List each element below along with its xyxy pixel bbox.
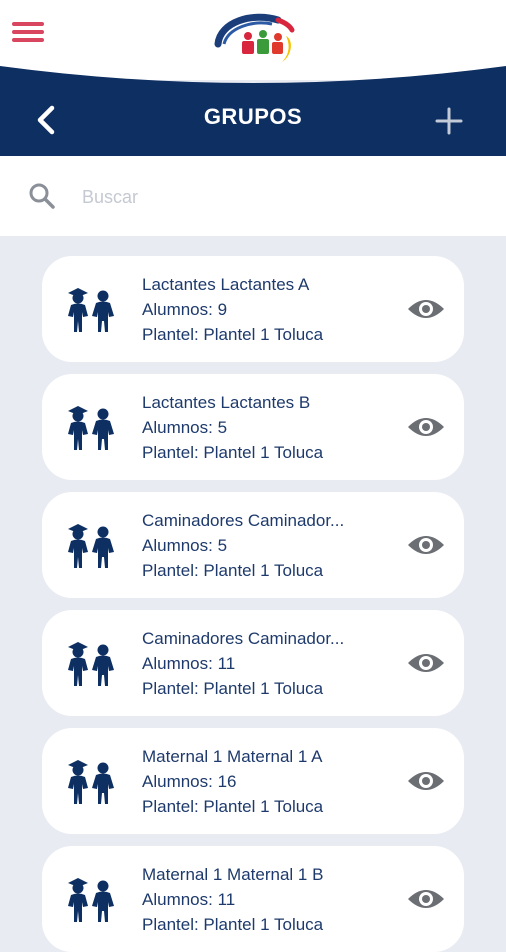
- page-title: GRUPOS: [203, 104, 303, 129]
- group-campus: Plantel: Plantel 1 Toluca: [142, 443, 324, 462]
- eye-icon[interactable]: [406, 292, 446, 326]
- group-card[interactable]: Caminadores Caminador... Alumnos: 11 Pla…: [42, 610, 464, 716]
- group-info: Maternal 1 Maternal 1 A Alumnos: 16 Plan…: [142, 744, 388, 819]
- children-icon: [68, 288, 114, 332]
- group-info: Caminadores Caminador... Alumnos: 11 Pla…: [142, 626, 388, 701]
- eye-icon[interactable]: [406, 410, 446, 444]
- group-info: Lactantes Lactantes A Alumnos: 9 Plantel…: [142, 272, 388, 347]
- hamburger-menu-icon[interactable]: [12, 18, 46, 46]
- group-student-count: Alumnos: 5: [142, 536, 228, 555]
- eye-icon[interactable]: [406, 882, 446, 916]
- group-campus: Plantel: Plantel 1 Toluca: [142, 325, 324, 344]
- group-name: Lactantes Lactantes B: [142, 393, 311, 412]
- children-icon: [68, 642, 114, 686]
- group-card[interactable]: Lactantes Lactantes B Alumnos: 5 Plantel…: [42, 374, 464, 480]
- group-campus: Plantel: Plantel 1 Toluca: [142, 561, 324, 580]
- search-icon: [29, 183, 55, 209]
- children-icon: [68, 524, 114, 568]
- eye-icon[interactable]: [406, 764, 446, 798]
- group-student-count: Alumnos: 11: [142, 654, 236, 673]
- group-campus: Plantel: Plantel 1 Toluca: [142, 797, 324, 816]
- group-info: Caminadores Caminador... Alumnos: 5 Plan…: [142, 508, 388, 583]
- group-card[interactable]: Maternal 1 Maternal 1 A Alumnos: 16 Plan…: [42, 728, 464, 834]
- group-campus: Plantel: Plantel 1 Toluca: [142, 679, 324, 698]
- search-bar: [0, 156, 506, 236]
- group-name: Lactantes Lactantes A: [142, 275, 310, 294]
- group-student-count: Alumnos: 9: [142, 300, 228, 319]
- group-name: Caminadores Caminador...: [142, 511, 345, 530]
- search-input[interactable]: [80, 178, 464, 216]
- group-card[interactable]: Caminadores Caminador... Alumnos: 5 Plan…: [42, 492, 464, 598]
- eye-icon[interactable]: [406, 528, 446, 562]
- group-name: Maternal 1 Maternal 1 B: [142, 865, 324, 884]
- group-card[interactable]: Maternal 1 Maternal 1 B Alumnos: 11 Plan…: [42, 846, 464, 952]
- group-campus: Plantel: Plantel 1 Toluca: [142, 915, 324, 934]
- children-icon: [68, 406, 114, 450]
- eye-icon[interactable]: [406, 646, 446, 680]
- children-icon: [68, 760, 114, 804]
- group-info: Lactantes Lactantes B Alumnos: 5 Plantel…: [142, 390, 388, 465]
- children-icon: [68, 878, 114, 922]
- group-name: Caminadores Caminador...: [142, 629, 345, 648]
- group-student-count: Alumnos: 16: [142, 772, 237, 791]
- group-name: Maternal 1 Maternal 1 A: [142, 747, 323, 766]
- group-student-count: Alumnos: 5: [142, 418, 228, 437]
- add-plus-icon[interactable]: [432, 104, 466, 138]
- group-card[interactable]: Lactantes Lactantes A Alumnos: 9 Plantel…: [42, 256, 464, 362]
